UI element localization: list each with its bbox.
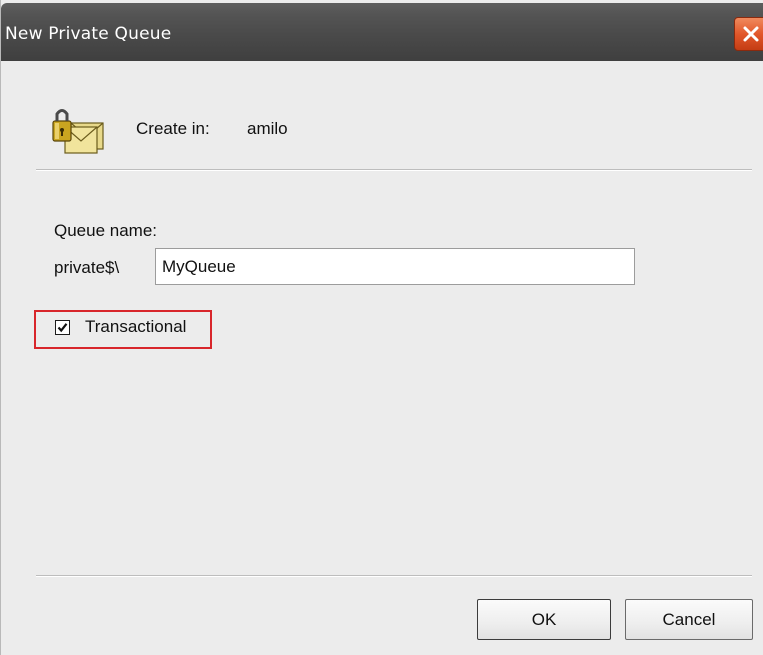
- queue-folder-lock-icon: [51, 105, 107, 155]
- ok-button[interactable]: OK: [477, 599, 611, 640]
- transactional-label[interactable]: Transactional: [85, 317, 186, 337]
- queue-prefix-label: private$\: [54, 258, 120, 277]
- dialog-body: Create in: amilo Queue name: private$\ T…: [1, 61, 763, 655]
- create-in-label: Create in:: [136, 119, 210, 138]
- checkmark-icon: [57, 323, 68, 333]
- new-private-queue-dialog: New Private Queue Create in: amilo Queue…: [0, 0, 763, 655]
- queue-name-label: Queue name:: [54, 221, 158, 240]
- separator-top: [36, 169, 752, 171]
- close-icon: [743, 26, 759, 42]
- create-in-value: amilo: [247, 119, 288, 138]
- title-bar[interactable]: New Private Queue: [1, 3, 763, 61]
- queue-name-input[interactable]: [155, 248, 635, 285]
- transactional-checkbox[interactable]: [55, 320, 70, 335]
- cancel-button[interactable]: Cancel: [625, 599, 753, 640]
- separator-bottom: [36, 575, 752, 577]
- window-title: New Private Queue: [5, 24, 172, 44]
- close-button[interactable]: [734, 17, 763, 51]
